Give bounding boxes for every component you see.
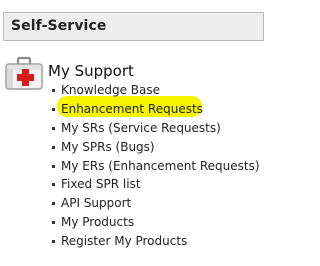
bullet-icon bbox=[52, 240, 55, 244]
link-label[interactable]: My SPRs (Bugs) bbox=[61, 138, 155, 157]
first-aid-kit-icon bbox=[5, 56, 43, 90]
link-label[interactable]: Knowledge Base bbox=[61, 81, 160, 100]
link-label[interactable]: My SRs (Service Requests) bbox=[61, 119, 221, 138]
link-label[interactable]: Fixed SPR list bbox=[61, 175, 141, 194]
bullet-icon bbox=[52, 89, 55, 92]
link-label[interactable]: API Support bbox=[61, 194, 131, 213]
bullet-icon bbox=[52, 164, 55, 168]
my-support-title: My Support bbox=[48, 62, 134, 80]
bullet-icon bbox=[52, 126, 55, 130]
bullet-icon bbox=[52, 221, 55, 225]
link-label[interactable]: Enhancement Requests bbox=[61, 100, 203, 119]
bullet-icon bbox=[52, 107, 55, 111]
bullet-icon bbox=[52, 145, 55, 149]
link-label[interactable]: My ERs (Enhancement Requests) bbox=[61, 157, 260, 176]
link-label[interactable]: Register My Products bbox=[61, 232, 187, 251]
link-label[interactable]: My Products bbox=[61, 213, 134, 232]
header-title: Self-Service bbox=[11, 18, 107, 34]
bullet-icon bbox=[52, 183, 55, 187]
self-service-header: Self-Service bbox=[3, 12, 264, 41]
bullet-icon bbox=[52, 202, 55, 206]
